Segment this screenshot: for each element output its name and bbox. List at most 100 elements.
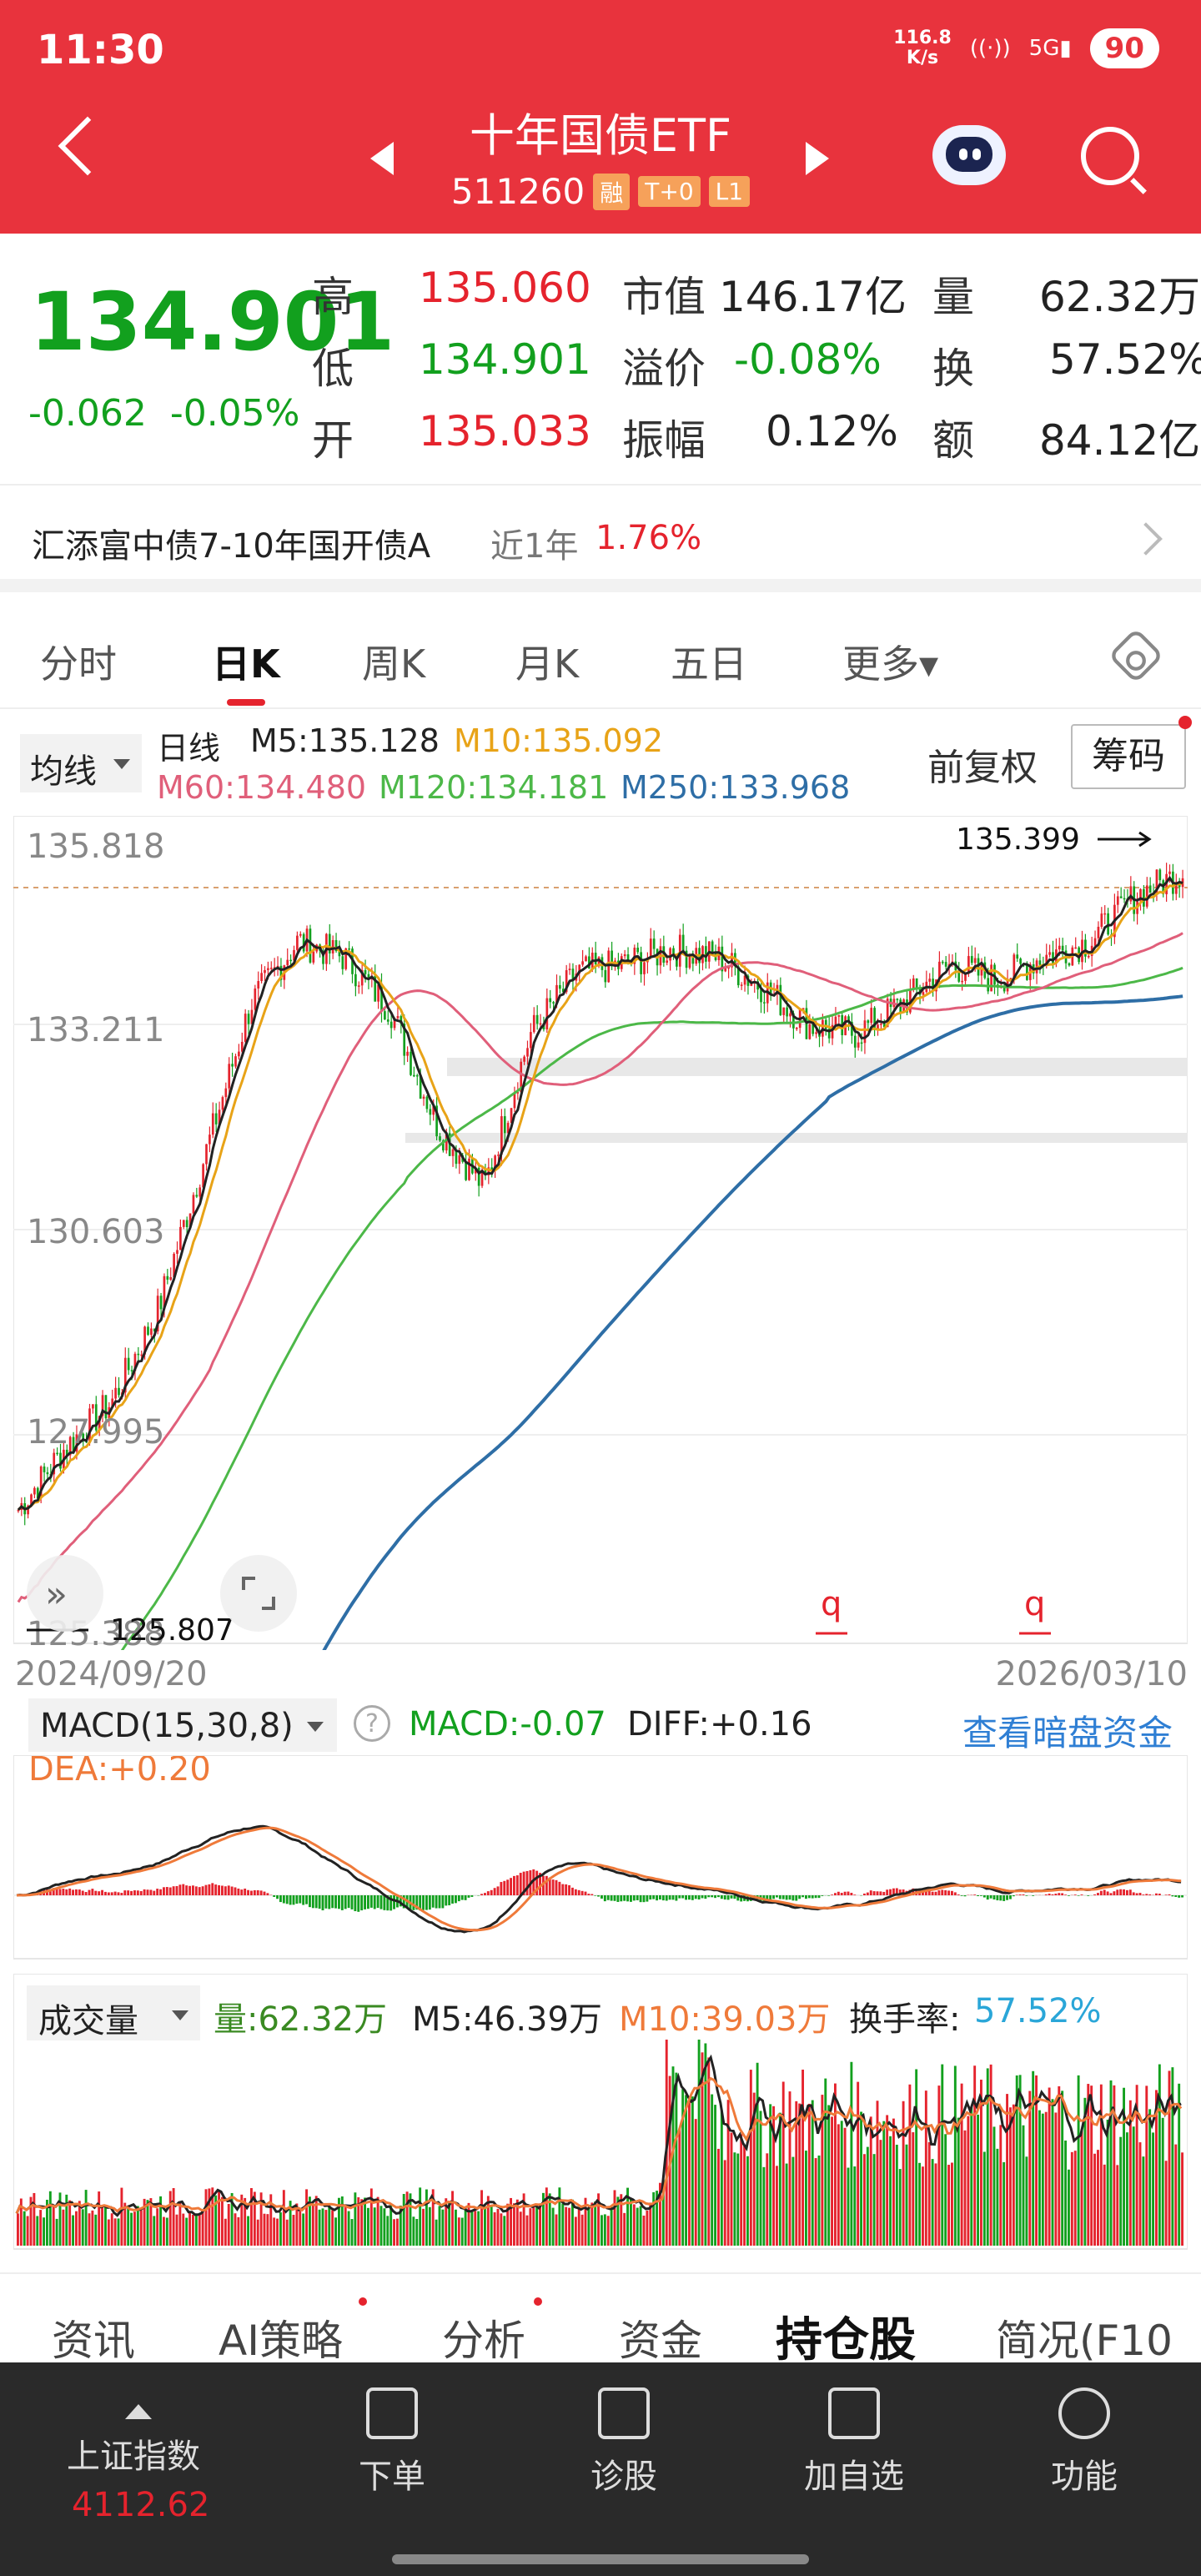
candle-body xyxy=(870,1008,873,1024)
chip-distribution-button[interactable]: 筹码 xyxy=(1071,724,1186,789)
candle-body xyxy=(422,1096,425,1099)
help-icon[interactable]: ? xyxy=(354,1705,390,1742)
ma-selector[interactable]: 均线 xyxy=(20,734,142,792)
candle-body xyxy=(415,1074,419,1077)
volume-bar xyxy=(94,2214,98,2246)
volume-bar xyxy=(101,2205,103,2246)
macd-bar xyxy=(1109,1893,1113,1895)
candle-body xyxy=(1168,871,1171,874)
volume-bar xyxy=(902,2101,905,2246)
tab-ai-strategy[interactable]: AI策略 xyxy=(219,2307,343,2364)
volume-bar xyxy=(1142,2156,1145,2246)
candlestick-chart[interactable]: 135.818 133.211 130.603 127.995 125.388 … xyxy=(13,816,1188,1650)
tab-monthly-k[interactable]: 月K xyxy=(515,634,579,689)
volume-bar xyxy=(448,2203,451,2246)
volume-bar xyxy=(726,2100,730,2246)
volume-bar xyxy=(982,2151,986,2246)
event-marker[interactable]: q xyxy=(821,1585,842,1623)
tab-daily-k[interactable]: 日K xyxy=(212,634,280,689)
nav-order[interactable]: 下单 xyxy=(309,2387,475,2498)
fullscreen-button[interactable] xyxy=(220,1555,297,1632)
tab-intraday[interactable]: 分时 xyxy=(40,634,117,689)
tab-holdings[interactable]: 持仓股 xyxy=(776,2302,916,2364)
volume-bar xyxy=(636,2207,639,2246)
tab-fund-flow[interactable]: 资金 xyxy=(619,2307,702,2364)
nav-add-watchlist[interactable]: 加自选 xyxy=(771,2387,937,2498)
candle-body xyxy=(782,1007,786,1015)
volume-bar xyxy=(110,2213,113,2246)
macd-bar xyxy=(571,1887,574,1895)
macd-bar xyxy=(347,1895,350,1909)
macd-bar xyxy=(613,1895,616,1901)
macd-bar xyxy=(594,1895,597,1896)
tab-more[interactable]: 更多▾ xyxy=(842,634,938,689)
volume-bar xyxy=(285,2219,289,2246)
volume-bar xyxy=(545,2187,548,2246)
ai-robot-icon[interactable] xyxy=(932,125,1006,185)
linked-fund-row[interactable]: 汇添富中债7-10年国开债A 近1年 1.76% xyxy=(0,484,1201,592)
volume-bar xyxy=(785,2163,788,2246)
adjust-mode[interactable]: 前复权 xyxy=(927,737,1038,791)
support-band xyxy=(405,1133,1188,1143)
volume-bar xyxy=(847,2167,850,2246)
macd-bar xyxy=(227,1885,230,1895)
volume-bar xyxy=(467,2202,470,2246)
macd-bar xyxy=(1116,1889,1119,1895)
volume-bar xyxy=(451,2191,454,2246)
tab-profile[interactable]: 简况(F10 xyxy=(996,2307,1173,2364)
volume-bar xyxy=(422,2208,425,2246)
macd-frame xyxy=(13,1755,1188,1960)
macd-bar xyxy=(172,1886,175,1895)
candle-body xyxy=(860,1042,863,1044)
volume-bar xyxy=(895,2145,898,2246)
volume-bar xyxy=(892,2118,895,2246)
macd-bar xyxy=(425,1895,428,1910)
candle-body xyxy=(503,1116,506,1134)
search-icon[interactable] xyxy=(1081,127,1139,185)
macd-bar xyxy=(606,1895,610,1900)
tab-five-day[interactable]: 五日 xyxy=(671,634,747,689)
tab-news[interactable]: 资讯 xyxy=(52,2307,135,2364)
volume-bar xyxy=(817,2155,821,2246)
macd-bar xyxy=(1087,1895,1090,1896)
tab-weekly-k[interactable]: 周K xyxy=(362,634,425,689)
macd-bar xyxy=(639,1895,642,1903)
volume-bar xyxy=(791,2156,795,2246)
nav-functions[interactable]: 功能 xyxy=(1001,2387,1168,2498)
y-tick-label: 130.603 xyxy=(27,1213,164,1251)
volume-bar xyxy=(762,2166,766,2246)
volume-bar xyxy=(551,2207,555,2246)
candle-body xyxy=(182,1220,185,1227)
dark-pool-link[interactable]: 查看暗盘资金 xyxy=(962,1705,1173,1756)
macd-bar xyxy=(457,1895,460,1902)
macd-bar xyxy=(597,1895,600,1897)
volume-bar xyxy=(688,2098,691,2246)
candle-body xyxy=(1100,913,1103,927)
volume-bar xyxy=(989,2064,992,2246)
volume-bar xyxy=(1158,2064,1161,2246)
macd-selector[interactable]: MACD(15,30,8) xyxy=(28,1698,337,1752)
volume-bar xyxy=(324,2210,328,2246)
nav-diagnose[interactable]: 诊股 xyxy=(540,2387,707,2498)
macd-bar xyxy=(630,1895,632,1902)
volume-bar xyxy=(973,2065,977,2246)
volume-bar xyxy=(558,2187,561,2246)
volume-bar xyxy=(824,2078,827,2246)
notification-dot xyxy=(1178,716,1192,729)
macd-bar xyxy=(218,1884,220,1895)
macd-bar xyxy=(136,1890,139,1895)
macd-bar xyxy=(869,1890,872,1895)
candle-body xyxy=(834,1016,837,1025)
macd-bar xyxy=(101,1889,103,1895)
active-tab-indicator xyxy=(227,699,265,706)
volume-bar xyxy=(918,2162,921,2246)
volume-bar xyxy=(218,2190,220,2246)
settings-icon[interactable] xyxy=(1108,627,1164,684)
macd-bar xyxy=(506,1879,510,1895)
event-marker[interactable]: q xyxy=(1024,1585,1045,1623)
index-name[interactable]: 上证指数 xyxy=(67,2429,200,2478)
macd-bar xyxy=(1068,1895,1070,1896)
macd-bar xyxy=(1006,1895,1008,1900)
tab-analysis[interactable]: 分析 xyxy=(442,2307,525,2364)
macd-bar xyxy=(811,1895,814,1899)
